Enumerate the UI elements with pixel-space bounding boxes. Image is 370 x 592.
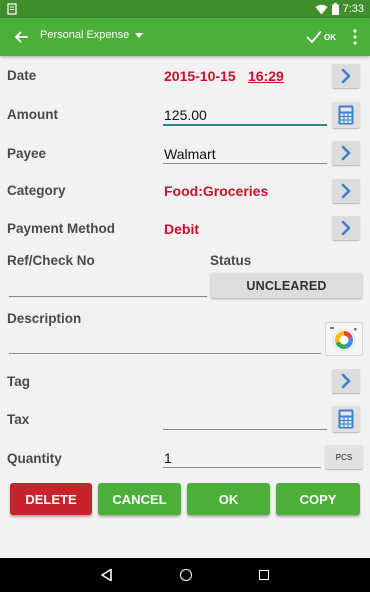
payment-method-value[interactable]: Debit — [164, 221, 199, 237]
nav-home-icon[interactable] — [180, 569, 192, 581]
toolbar-ok-label: OK — [324, 32, 336, 42]
amount-calculator-button[interactable] — [332, 102, 360, 128]
category-value[interactable]: Food:Groceries — [164, 183, 268, 199]
payee-label: Payee — [7, 146, 47, 161]
tag-label: Tag — [7, 374, 30, 389]
wifi-icon — [315, 4, 328, 14]
chevron-right-icon — [341, 68, 351, 84]
clock: 7:33 — [342, 3, 364, 15]
time-value[interactable]: 16:29 — [248, 68, 284, 84]
tag-picker-button[interactable] — [332, 369, 360, 393]
back-arrow-icon[interactable] — [10, 26, 32, 48]
quantity-unit-button[interactable]: PCS — [325, 445, 363, 469]
ref-check-label: Ref/Check No — [7, 253, 95, 268]
chevron-right-icon — [341, 183, 351, 199]
chevron-right-icon — [341, 373, 351, 389]
camera-icon — [330, 327, 357, 351]
toolbar-title: Personal Expense — [40, 29, 130, 41]
status-bar: 7:33 — [0, 0, 370, 18]
payment-method-label: Payment Method — [7, 221, 116, 236]
payee-picker-button[interactable] — [332, 141, 360, 165]
date-value[interactable]: 2015-10-15 — [164, 68, 236, 84]
category-label: Category — [7, 183, 66, 198]
status-icons: 7:33 — [315, 2, 364, 16]
ok-button[interactable]: OK — [187, 483, 270, 515]
copy-button[interactable]: COPY — [276, 483, 360, 515]
ref-check-field-underline — [9, 296, 207, 297]
quantity-label: Quantity — [7, 451, 62, 466]
more-vert-icon[interactable] — [348, 27, 362, 47]
quantity-field-underline — [163, 467, 321, 468]
tax-calculator-button[interactable] — [332, 406, 360, 432]
category-picker-button[interactable] — [332, 179, 360, 203]
payee-field[interactable]: Walmart — [164, 146, 216, 162]
calculator-icon — [338, 409, 354, 429]
quantity-field[interactable]: 1 — [164, 450, 172, 466]
delete-button[interactable]: DELETE — [10, 483, 92, 515]
description-field-underline — [9, 353, 321, 354]
dropdown-caret-icon — [135, 32, 144, 38]
status-label: Status — [210, 253, 252, 268]
payee-field-underline — [163, 163, 327, 164]
cancel-button[interactable]: CANCEL — [98, 483, 181, 515]
status-button[interactable]: UNCLEARED — [211, 273, 362, 298]
tax-field-underline — [163, 429, 327, 430]
nav-back-icon[interactable] — [100, 568, 114, 582]
chevron-right-icon — [341, 220, 351, 236]
toolbar-ok-button[interactable]: OK — [306, 26, 336, 48]
amount-field-underline — [163, 124, 327, 126]
amount-label: Amount — [7, 107, 58, 122]
check-icon — [306, 31, 322, 43]
amount-field[interactable]: 125.00 — [164, 107, 207, 123]
payment-method-picker-button[interactable] — [332, 216, 360, 240]
chevron-right-icon — [341, 145, 351, 161]
account-type-dropdown[interactable]: Personal Expense — [40, 29, 144, 41]
nav-recents-icon[interactable] — [259, 570, 269, 580]
calculator-icon — [338, 105, 354, 125]
system-nav-bar — [0, 558, 370, 592]
date-picker-button[interactable] — [332, 64, 360, 88]
app-toolbar: Personal Expense OK — [0, 18, 370, 56]
notification-icon — [7, 3, 17, 15]
battery-icon — [331, 3, 339, 15]
description-label: Description — [7, 311, 82, 326]
tax-label: Tax — [7, 412, 30, 427]
attach-photo-button[interactable] — [325, 322, 363, 356]
date-label: Date — [7, 68, 37, 83]
